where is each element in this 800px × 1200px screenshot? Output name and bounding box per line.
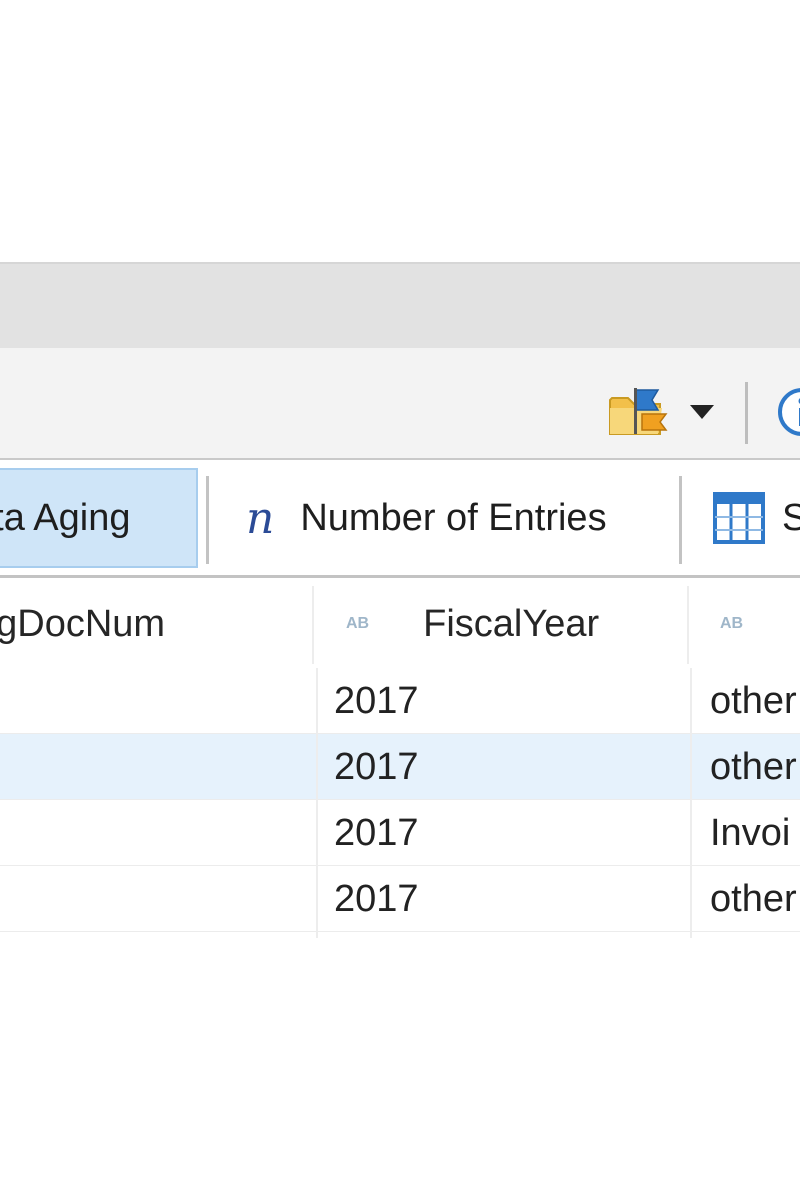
column-header-fiscalyear[interactable]: AB FiscalYear [316, 580, 686, 668]
cell-col3: other [710, 679, 797, 722]
info-icon[interactable] [776, 386, 800, 438]
n-icon: n [246, 492, 275, 544]
column-header-label: tingDocNum [0, 602, 166, 645]
column-line [690, 668, 692, 938]
tab-data-aging[interactable]: ata Aging [0, 468, 198, 568]
grid-icon [713, 492, 765, 544]
blank-area [0, 0, 800, 262]
cell-fiscalyear: 2017 [334, 811, 419, 854]
toolbar [0, 348, 800, 460]
table-row[interactable]: 2017 Invoi [0, 800, 800, 866]
folder-flag-icon[interactable] [608, 386, 672, 438]
toolbar-separator [745, 382, 748, 444]
tab-label: S [782, 496, 800, 539]
column-header-3[interactable]: AB [690, 580, 800, 668]
tab-label: ata Aging [0, 496, 131, 539]
cell-fiscalyear: 2017 [334, 679, 419, 722]
table-row[interactable]: 2017 other [0, 734, 800, 800]
column-divider[interactable] [687, 586, 689, 664]
column-header-label: FiscalYear [423, 602, 600, 645]
caret-down-icon[interactable] [688, 402, 716, 422]
table-row[interactable]: 2017 other [0, 866, 800, 932]
data-table: tingDocNum AB FiscalYear AB 2017 other 2… [0, 580, 800, 940]
cell-col3: other [710, 877, 797, 920]
column-line [316, 668, 318, 938]
text-type-icon: AB [720, 615, 744, 632]
column-header-postingdocnum[interactable]: tingDocNum [0, 580, 312, 668]
cell-col3: Invoi [710, 811, 791, 854]
text-type-icon: AB [346, 615, 370, 632]
tab-s[interactable]: S [712, 468, 800, 568]
tab-label: Number of Entries [300, 496, 607, 539]
cell-fiscalyear: 2017 [334, 745, 419, 788]
cell-fiscalyear: 2017 [334, 877, 419, 920]
tab-separator [679, 476, 682, 564]
cell-col3: other [710, 745, 797, 788]
title-band [0, 262, 800, 348]
tab-number-of-entries[interactable]: n Number of Entries [246, 468, 607, 568]
tab-separator [206, 476, 209, 564]
column-divider[interactable] [312, 586, 314, 664]
table-row[interactable]: 2017 other [0, 668, 800, 734]
